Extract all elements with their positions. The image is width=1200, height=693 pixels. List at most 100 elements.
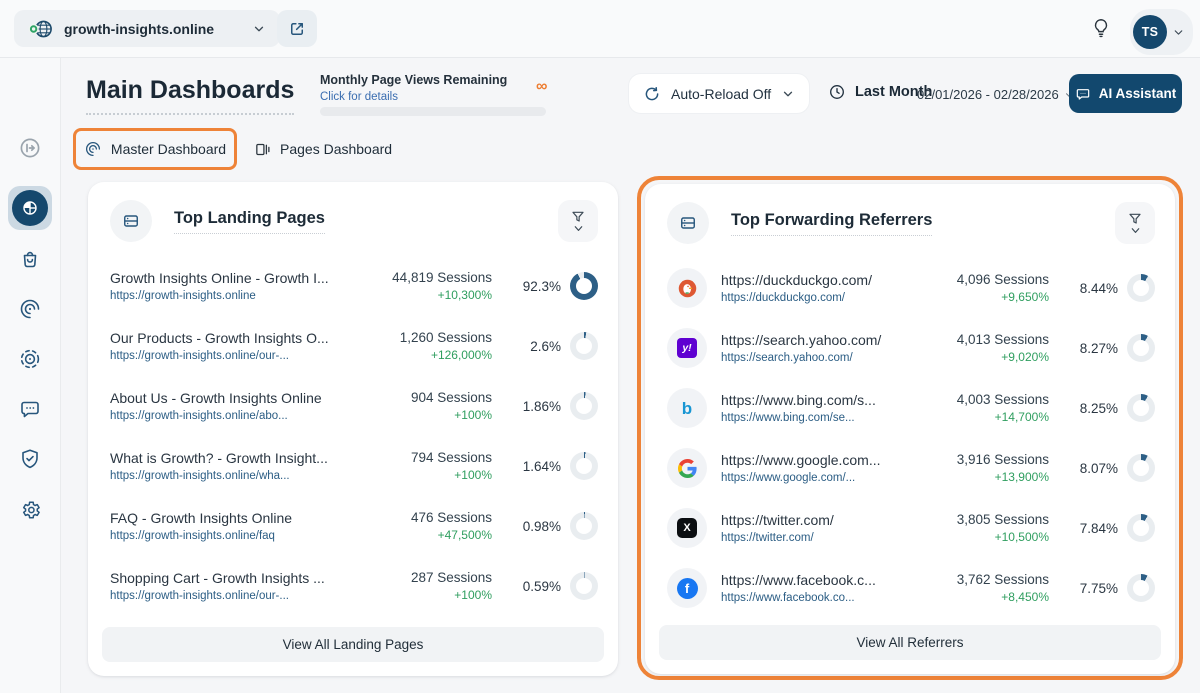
referrer-title-text: https://www.facebook.c... — [721, 572, 901, 588]
google-icon — [667, 448, 707, 488]
donut-chart — [570, 392, 598, 420]
referrer-url-link[interactable]: https://twitter.com/ — [721, 532, 901, 544]
page-url-link[interactable]: https://growth-insights.online/our-... — [110, 590, 344, 602]
website-selector[interactable]: growth-insights.online — [14, 10, 280, 47]
referrer-url-link[interactable]: https://duckduckgo.com/ — [721, 292, 901, 304]
sidebar-item-ecommerce[interactable] — [18, 247, 42, 271]
tips-button[interactable] — [1086, 13, 1116, 43]
percent-value: 1.64% — [523, 459, 561, 474]
table-row[interactable]: Our Products - Growth Insights O... https… — [110, 316, 598, 376]
table-row[interactable]: https://duckduckgo.com/https://duckduckg… — [667, 258, 1155, 318]
sidebar-item-settings[interactable] — [18, 498, 42, 522]
tab-label: Master Dashboard — [111, 141, 226, 157]
filter-button[interactable] — [1115, 202, 1155, 244]
pageviews-quota: Monthly Page Views Remaining Click for d… — [320, 73, 507, 103]
bing-icon: b — [667, 388, 707, 428]
sidebar-item-dashboards[interactable] — [8, 186, 52, 230]
table-row[interactable]: FAQ - Growth Insights Onlinehttps://grow… — [110, 496, 598, 556]
widget-badge — [110, 200, 152, 242]
growth-value: +47,500% — [344, 528, 492, 542]
sidebar-item-feedback[interactable] — [18, 397, 42, 421]
table-row[interactable]: X https://twitter.com/https://twitter.co… — [667, 498, 1155, 558]
percent-value: 7.75% — [1080, 581, 1118, 596]
clock-icon — [828, 83, 846, 101]
open-website-button[interactable] — [277, 10, 317, 47]
page-url-link[interactable]: https://growth-insights.online/abo... — [110, 410, 344, 422]
growth-value: +100% — [344, 408, 492, 422]
sessions-value: 3,805 Sessions — [901, 512, 1049, 527]
page-title-text: What is Growth? - Growth Insight... — [110, 450, 344, 466]
tab-pages-dashboard[interactable]: Pages Dashboard — [254, 135, 392, 163]
referrer-url-link[interactable]: https://www.facebook.co... — [721, 592, 901, 604]
percent-value: 92.3% — [523, 279, 561, 294]
top-forwarding-referrers-card: Top Forwarding Referrers https://duckduc… — [645, 184, 1175, 674]
card-title: Top Landing Pages — [174, 209, 325, 234]
collapse-sidebar-icon[interactable] — [18, 136, 42, 160]
sessions-value: 4,003 Sessions — [901, 392, 1049, 407]
ai-assistant-button[interactable]: AI Assistant — [1069, 74, 1182, 113]
ai-assistant-label: AI Assistant — [1099, 86, 1177, 101]
page-title-text: Shopping Cart - Growth Insights ... — [110, 570, 344, 586]
sidebar-item-behaviour[interactable] — [18, 297, 42, 321]
sidebar-item-privacy[interactable] — [18, 447, 42, 471]
website-name: growth-insights.online — [64, 21, 214, 37]
percent-value: 8.25% — [1080, 401, 1118, 416]
tab-label: Pages Dashboard — [280, 141, 392, 157]
view-all-referrers-button[interactable]: View All Referrers — [659, 625, 1161, 660]
table-row[interactable]: About Us - Growth Insights Online https:/… — [110, 376, 598, 436]
date-range-selector[interactable]: 02/01/2026 - 02/28/2026 — [917, 87, 1074, 102]
percent-value: 1.86% — [523, 399, 561, 414]
filter-button[interactable] — [558, 200, 598, 242]
referrer-url-link[interactable]: https://www.google.com/... — [721, 472, 901, 484]
table-row[interactable]: Shopping Cart - Growth Insights ... https… — [110, 556, 598, 616]
page-title-text: About Us - Growth Insights Online — [110, 390, 344, 406]
twitter-x-icon: X — [667, 508, 707, 548]
refresh-icon — [643, 85, 661, 103]
page-url-link[interactable]: https://growth-insights.online/our-... — [110, 350, 344, 362]
bing-glyph: b — [682, 400, 692, 417]
page-title-text: Our Products - Growth Insights O... — [110, 330, 344, 346]
growth-value: +14,700% — [901, 410, 1049, 424]
referrer-url-link[interactable]: https://www.bing.com/se... — [721, 412, 901, 424]
donut-chart — [570, 512, 598, 540]
table-row[interactable]: Growth Insights Online - Growth I...http… — [110, 256, 598, 316]
user-menu[interactable]: TS — [1130, 9, 1193, 55]
date-range-value: 02/01/2026 - 02/28/2026 — [917, 87, 1059, 102]
percent-value: 7.84% — [1080, 521, 1118, 536]
sessions-value: 4,013 Sessions — [901, 332, 1049, 347]
quota-details-link[interactable]: Click for details — [320, 91, 507, 103]
sessions-value: 1,260 Sessions — [344, 330, 492, 345]
sessions-value: 44,819 Sessions — [344, 270, 492, 285]
table-row[interactable]: y! https://search.yahoo.com/https://sear… — [667, 318, 1155, 378]
spiral-dashboard-icon — [84, 140, 102, 158]
quota-label: Monthly Page Views Remaining — [320, 73, 507, 87]
table-row[interactable]: f https://www.facebook.c...https://www.f… — [667, 558, 1155, 618]
chevron-down-icon — [1172, 26, 1185, 39]
view-all-landing-pages-button[interactable]: View All Landing Pages — [102, 627, 604, 662]
sessions-value: 476 Sessions — [344, 510, 492, 525]
percent-value: 8.07% — [1080, 461, 1118, 476]
sidebar-item-session-recordings[interactable] — [18, 347, 42, 371]
widget-badge — [667, 202, 709, 244]
top-bar: growth-insights.online TS — [0, 0, 1200, 58]
donut-chart — [570, 272, 598, 300]
card-header: Top Landing Pages — [88, 182, 618, 252]
card-header: Top Forwarding Referrers — [645, 184, 1175, 254]
tab-master-dashboard[interactable]: Master Dashboard — [73, 128, 237, 170]
growth-value: +9,650% — [901, 290, 1049, 304]
auto-reload-dropdown[interactable]: Auto-Reload Off — [629, 74, 809, 113]
sessions-value: 4,096 Sessions — [901, 272, 1049, 287]
external-link-icon — [288, 20, 306, 38]
table-row[interactable]: https://www.google.com...https://www.goo… — [667, 438, 1155, 498]
referrer-url-link[interactable]: https://search.yahoo.com/ — [721, 352, 901, 364]
page-url-link[interactable]: https://growth-insights.online/wha... — [110, 470, 344, 482]
referrers-list: https://duckduckgo.com/https://duckduckg… — [645, 254, 1175, 618]
growth-value: +100% — [344, 468, 492, 482]
page-url-link[interactable]: https://growth-insights.online — [110, 290, 344, 302]
growth-value: +10,300% — [344, 288, 492, 302]
table-row[interactable]: What is Growth? - Growth Insight... https… — [110, 436, 598, 496]
page-url-link[interactable]: https://growth-insights.online/faq — [110, 530, 344, 542]
growth-value: +9,020% — [901, 350, 1049, 364]
quota-progress-bar — [320, 107, 546, 116]
table-row[interactable]: b https://www.bing.com/s...https://www.b… — [667, 378, 1155, 438]
